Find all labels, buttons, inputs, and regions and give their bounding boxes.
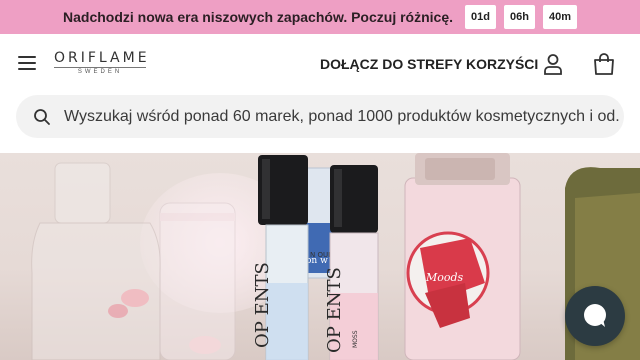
shopping-bag-icon[interactable] [591,51,617,77]
timer-minutes: 40m [542,5,577,29]
search-input[interactable] [64,95,619,138]
logo-subtitle: SWEDEN [77,69,123,75]
logo-name: ORIFLAME [54,50,150,66]
hero-illustration: on w Moods OP ENTS N OUD OP ENTS MOSS [31,153,640,360]
site-header: ORIFLAME SWEDEN DOŁĄCZ DO STREFY KORZYŚC… [0,34,640,92]
oriflame-logo[interactable]: ORIFLAME SWEDEN [54,50,150,75]
timer-days: 01d [465,5,496,29]
vial-left-label: OP ENTS [252,262,273,348]
hero-image[interactable]: on w Moods OP ENTS N OUD OP ENTS MOSS [0,153,640,360]
search-icon [34,109,50,125]
search-bar[interactable] [16,95,624,138]
join-benefits-link[interactable]: DOŁĄCZ DO STREFY KORZYŚCI [320,56,538,72]
vial-right-sub: MOSS [352,330,359,348]
timer-hours: 06h [503,5,535,29]
chat-button[interactable] [565,286,625,346]
user-icon[interactable] [541,52,565,76]
promo-banner[interactable]: Nadchodzi nowa era niszowych zapachów. P… [0,0,640,34]
chat-bubble-icon [584,304,606,327]
promo-text[interactable]: Nadchodzi nowa era niszowych zapachów. P… [63,9,453,25]
hamburger-menu-icon[interactable] [18,56,36,70]
bottle-label: Moods [425,271,464,284]
vial-right-label: OP ENTS [324,267,345,353]
